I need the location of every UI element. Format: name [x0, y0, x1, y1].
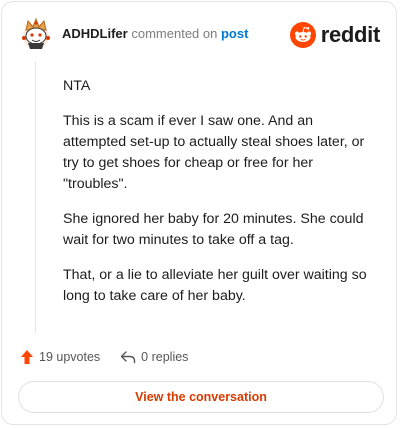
- user-avatar[interactable]: [18, 16, 54, 52]
- comment-actions: 19 upvotes 0 replies: [20, 347, 188, 367]
- view-conversation-button[interactable]: View the conversation: [18, 381, 384, 413]
- reply-arrow-icon: [120, 351, 136, 364]
- reply-count: 0 replies: [141, 350, 189, 364]
- comment-body: NTA This is a scam if ever I saw one. An…: [63, 76, 373, 321]
- comment-header: ADHDLifer commented on post reddit: [16, 14, 382, 58]
- comment-byline: ADHDLifer commented on post: [62, 26, 248, 42]
- upvote-button[interactable]: 19 upvotes: [20, 349, 100, 365]
- reddit-logo[interactable]: reddit: [289, 21, 381, 49]
- upvote-arrow-icon: [21, 350, 33, 364]
- reply-button[interactable]: 0 replies: [120, 350, 188, 364]
- comment-paragraph: NTA: [63, 78, 91, 94]
- post-link[interactable]: post: [221, 26, 248, 41]
- comment-paragraph: This is a scam if ever I saw one. And an…: [63, 113, 365, 192]
- upvote-count: 19 upvotes: [39, 350, 101, 364]
- comment-paragraph: That, or a lie to alleviate her guilt ov…: [63, 267, 367, 304]
- username[interactable]: ADHDLifer: [62, 26, 128, 41]
- commented-on-text: commented on: [131, 26, 218, 41]
- comment-card: ADHDLifer commented on post reddit NTA T…: [1, 1, 397, 425]
- snoo-avatar-icon: [22, 17, 50, 49]
- thread-line: [35, 62, 36, 334]
- reddit-snoo-icon: [289, 22, 316, 48]
- comment-paragraph: She ignored her baby for 20 minutes. She…: [63, 211, 364, 248]
- reddit-wordmark: reddit: [320, 22, 381, 47]
